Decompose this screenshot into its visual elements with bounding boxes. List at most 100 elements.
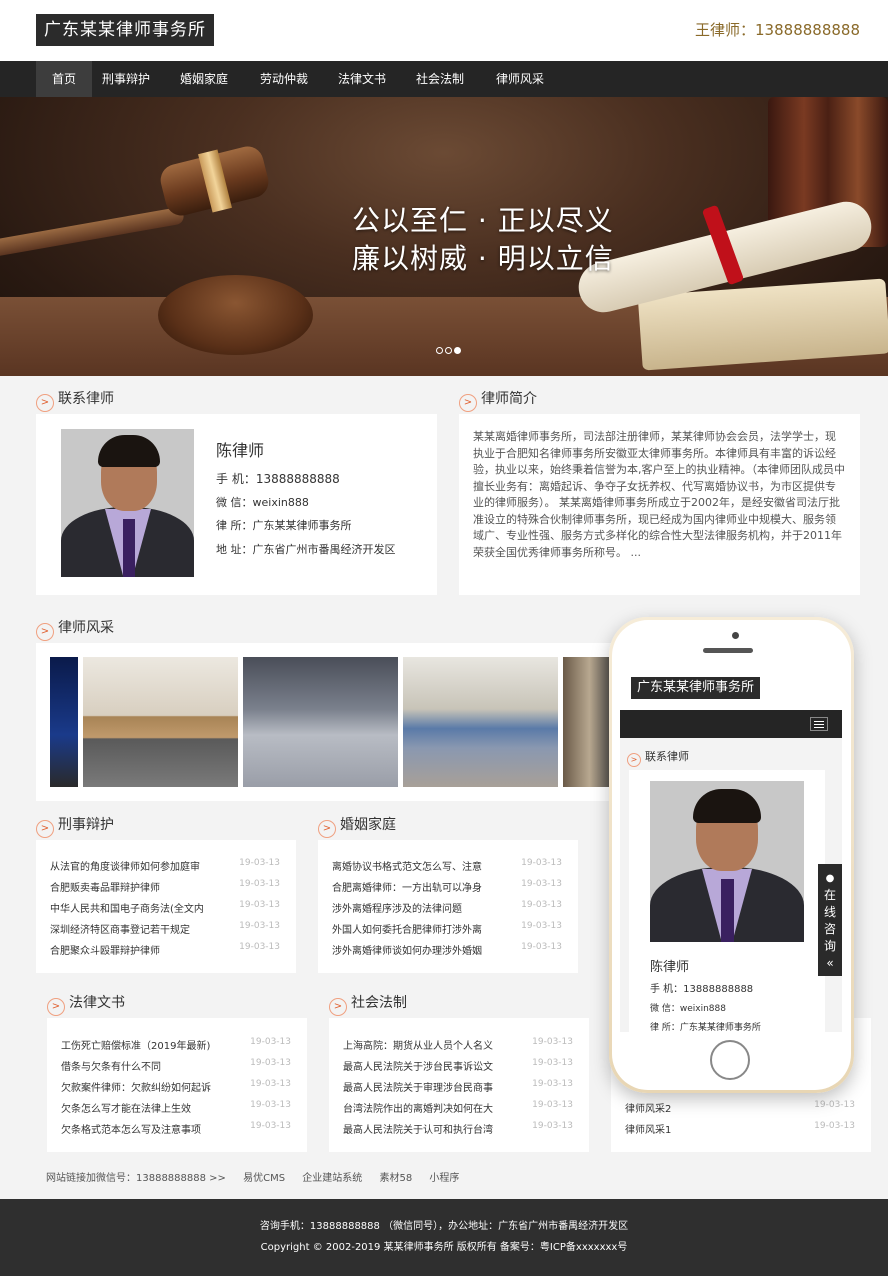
list-item[interactable]: 最高人民法院关于认可和执行台湾 19-03-13 [343,1121,573,1136]
banner-dot-1[interactable] [436,347,443,354]
list-item-title[interactable]: 最高人民法院关于认可和执行台湾 [343,1121,503,1136]
list-item[interactable]: 借条与欠条有什么不同 19-03-13 [61,1058,291,1073]
photo-hair [98,435,160,467]
gallery-strip [36,643,616,801]
banner-dot-2[interactable] [445,347,452,354]
list-item[interactable]: 离婚协议书格式范文怎么写、注意 19-03-13 [332,858,562,873]
social-section-title: 社会法制 [351,995,407,1011]
list-item[interactable]: 中华人民共和国电子商务法(全文内 19-03-13 [50,900,280,915]
banner-dot-3[interactable] [454,347,461,354]
list-item-title[interactable]: 深圳经济特区商事登记若干规定 [50,921,210,936]
friend-link[interactable]: 企业建站系统 [302,1173,362,1184]
mobile-preview-screen[interactable]: 广东某某律师事务所 > 联系律师 陈律师 手 机：13888888888 微 信：… [620,672,842,1032]
list-item-title[interactable]: 律师风采1 [625,1121,785,1136]
gallery-image-3[interactable] [243,657,398,787]
list-item[interactable]: 最高人民法院关于涉台民事诉讼文 19-03-13 [343,1058,573,1073]
list-item[interactable]: 涉外离婚程序涉及的法律问题 19-03-13 [332,900,562,915]
friend-link[interactable]: 素材58 [379,1173,412,1184]
nav-item-criminal[interactable]: 刑事辩护 [92,61,160,97]
gallery-image-1[interactable] [50,657,78,787]
banner-pagination [436,343,463,354]
gavel-block [158,275,313,355]
list-item-title[interactable]: 欠款案件律师：欠款纠纷如何起诉 [61,1079,221,1094]
list-item-date: 19-03-13 [239,900,280,910]
nav-item-labor[interactable]: 劳动仲裁 [248,61,320,97]
list-item[interactable]: 合肥离婚律师：一方出轨可以净身 19-03-13 [332,879,562,894]
footer-contact: 咨询手机：13888888888 （微信同号），办公地址：广东省广州市番禺经济开… [259,1221,629,1232]
mobile-logo[interactable]: 广东某某律师事务所 [631,677,761,699]
list-item[interactable]: 上海高院：期货从业人员个人名义 19-03-13 [343,1037,573,1052]
criminal-section-title: 刑事辩护 [58,817,114,833]
nav-item-documents[interactable]: 法律文书 [326,61,398,97]
section-arrow-icon: > [36,394,54,412]
list-item-title[interactable]: 涉外离婚律师谈如何办理涉外婚姻 [332,942,492,957]
nav-item-social[interactable]: 社会法制 [404,61,476,97]
list-item-title[interactable]: 中华人民共和国电子商务法(全文内 [50,900,210,915]
list-item-title[interactable]: 最高人民法院关于涉台民事诉讼文 [343,1058,503,1073]
list-item-title[interactable]: 借条与欠条有什么不同 [61,1058,221,1073]
list-item[interactable]: 最高人民法院关于审理涉台民商事 19-03-13 [343,1079,573,1094]
list-item-title[interactable]: 离婚协议书格式范文怎么写、注意 [332,858,492,873]
marriage-list: 离婚协议书格式范文怎么写、注意 19-03-13 合肥离婚律师：一方出轨可以净身 1… [318,840,578,973]
list-item-date: 19-03-13 [521,879,562,889]
site-logo[interactable]: 广东某某律师事务所 [36,14,214,46]
collapse-icon[interactable]: « [818,955,842,972]
list-item[interactable]: 深圳经济特区商事登记若干规定 19-03-13 [50,921,280,936]
list-item[interactable]: 工伤死亡赔偿标准（2019年最新) 19-03-13 [61,1037,291,1052]
lawyer-wechat: 微 信：weixin888 [216,496,309,509]
friend-link[interactable]: 小程序 [429,1173,459,1184]
list-item[interactable]: 欠条怎么写才能在法律上生效 19-03-13 [61,1100,291,1115]
contact-section-title: 联系律师 [58,391,114,407]
list-item[interactable]: 欠条格式范本怎么写及注意事项 19-03-13 [61,1121,291,1136]
list-item[interactable]: 合肥聚众斗殴罪辩护律师 19-03-13 [50,942,280,957]
list-item-title[interactable]: 律师风采2 [625,1100,785,1115]
list-item-date: 19-03-13 [814,1100,855,1110]
list-item-date: 19-03-13 [250,1100,291,1110]
list-item-date: 19-03-13 [521,921,562,931]
friend-link[interactable]: 易优CMS [243,1173,285,1184]
section-arrow-icon: > [459,394,477,412]
nav-item-home[interactable]: 首页 [36,61,92,97]
list-item[interactable]: 律师风采1 19-03-13 [625,1121,855,1136]
list-item-title[interactable]: 最高人民法院关于审理涉台民商事 [343,1079,503,1094]
footer-copyright: Copyright © 2002-2019 某某律师事务所 版权所有 备案号：粤… [260,1242,628,1253]
phone-home-button[interactable] [710,1040,750,1080]
mobile-header: 广东某某律师事务所 [620,672,842,710]
list-item[interactable]: 台湾法院作出的离婚判决如何在大 19-03-13 [343,1100,573,1115]
list-item-date: 19-03-13 [239,879,280,889]
list-item-title[interactable]: 外国人如何委托合肥律师打涉外离 [332,921,492,936]
list-item-date: 19-03-13 [239,942,280,952]
list-item-title[interactable]: 上海高院：期货从业人员个人名义 [343,1037,503,1052]
header: 广东某某律师事务所 王律师：13888888888 [0,0,888,61]
contact-section-heading: > 联系律师 [36,389,114,412]
list-item[interactable]: 从法官的角度谈律师如何参加庭审 19-03-13 [50,858,280,873]
list-item-title[interactable]: 台湾法院作出的离婚判决如何在大 [343,1100,503,1115]
list-item-title[interactable]: 欠条怎么写才能在法律上生效 [61,1100,221,1115]
list-item[interactable]: 涉外离婚律师谈如何办理涉外婚姻 19-03-13 [332,942,562,957]
phone-speaker [703,648,753,653]
list-item-date: 19-03-13 [521,900,562,910]
list-item-title[interactable]: 合肥离婚律师：一方出轨可以净身 [332,879,492,894]
gallery-image-2[interactable] [83,657,238,787]
list-item-date: 19-03-13 [521,858,562,868]
list-item[interactable]: 欠款案件律师：欠款纠纷如何起诉 19-03-13 [61,1079,291,1094]
section-arrow-icon: > [318,820,336,838]
list-item[interactable]: 外国人如何委托合肥律师打涉外离 19-03-13 [332,921,562,936]
list-item-title[interactable]: 合肥贩卖毒品罪辩护律师 [50,879,210,894]
list-item[interactable]: 合肥贩卖毒品罪辩护律师 19-03-13 [50,879,280,894]
list-item-title[interactable]: 从法官的角度谈律师如何参加庭审 [50,858,210,873]
nav-item-marriage[interactable]: 婚姻家庭 [168,61,240,97]
gallery-image-4[interactable] [403,657,558,787]
list-item[interactable]: 律师风采2 19-03-13 [625,1100,855,1115]
list-item-title[interactable]: 涉外离婚程序涉及的法律问题 [332,900,492,915]
list-item-title[interactable]: 工伤死亡赔偿标准（2019年最新) [61,1037,221,1052]
list-item-title[interactable]: 合肥聚众斗殴罪辩护律师 [50,942,210,957]
list-item-date: 19-03-13 [532,1100,573,1110]
menu-icon[interactable] [810,717,828,731]
nav-item-style[interactable]: 律师风采 [484,61,556,97]
hero-banner[interactable]: 公以至仁 · 正以尽义 廉以树威 · 明以立信 [0,97,888,376]
list-item-date: 19-03-13 [532,1058,573,1068]
list-item-title[interactable]: 欠条格式范本怎么写及注意事项 [61,1121,221,1136]
footer: 咨询手机：13888888888 （微信同号），办公地址：广东省广州市番禺经济开… [0,1199,888,1276]
online-consult-button[interactable]: ● 在线咨询 « [818,864,842,976]
